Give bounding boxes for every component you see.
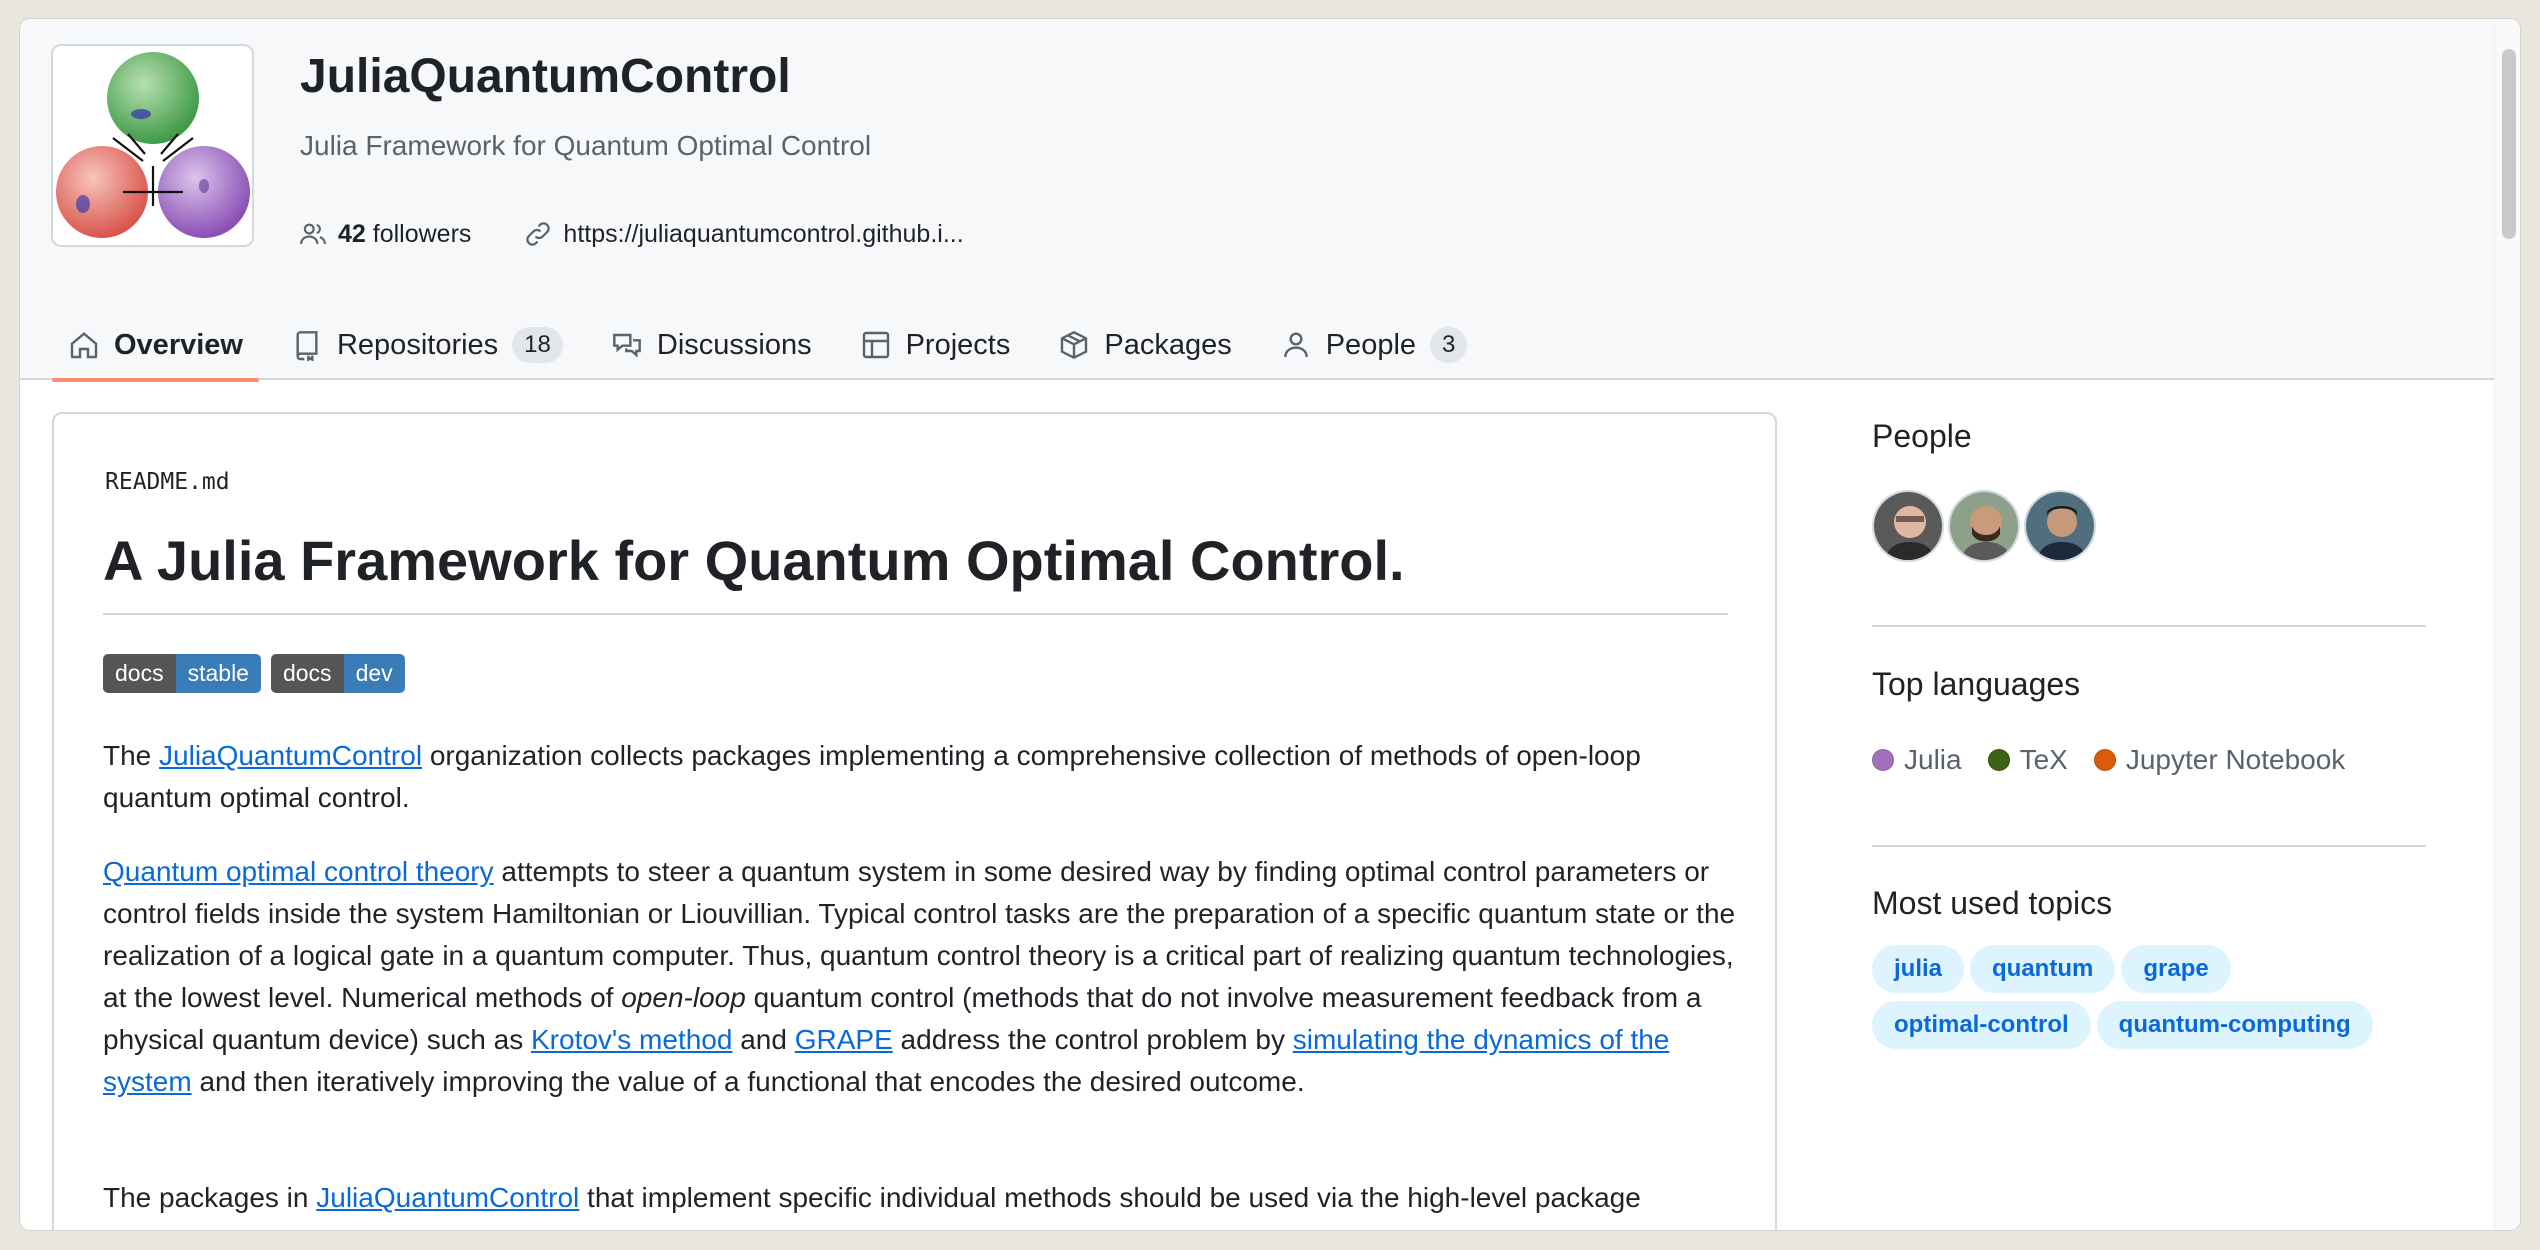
org-meta: 42 followers https://juliaquantumcontrol… xyxy=(298,219,964,249)
people-icon xyxy=(300,223,326,245)
tab-repositories[interactable]: Repositories 18 xyxy=(275,309,579,381)
badge-left-label: docs xyxy=(270,654,344,693)
person-photo xyxy=(2026,492,2094,560)
language-jupyter-notebook[interactable]: Jupyter Notebook xyxy=(2093,744,2346,776)
org-name: JuliaQuantumControl xyxy=(300,50,791,103)
org-link[interactable]: JuliaQuantumControl xyxy=(316,1182,579,1213)
org-logo[interactable] xyxy=(51,44,254,247)
tab-overview[interactable]: Overview xyxy=(52,309,259,382)
language-name: Jupyter Notebook xyxy=(2125,744,2346,775)
tab-people[interactable]: People 3 xyxy=(1264,309,1484,381)
people-heading[interactable]: People xyxy=(1872,418,1972,455)
person-icon xyxy=(1283,332,1308,358)
bloch-spheres-logo xyxy=(56,52,250,238)
readme-heading: A Julia Framework for Quantum Optimal Co… xyxy=(103,528,1728,615)
tab-discussions[interactable]: Discussions xyxy=(595,309,828,381)
org-url: https://juliaquantumcontrol.github.i... xyxy=(563,219,964,248)
followers-count: 42 xyxy=(338,219,366,248)
person-photo xyxy=(1950,492,2018,560)
language-tex[interactable]: TeX xyxy=(1987,744,2068,776)
readme-filename[interactable]: README.md xyxy=(105,469,230,495)
tab-projects[interactable]: Projects xyxy=(844,309,1027,381)
text: The packages in xyxy=(103,1182,317,1213)
readme-panel: README.md A Julia Framework for Quantum … xyxy=(52,412,1777,1230)
topic-optimal-control[interactable]: optimal-control xyxy=(1872,1001,2091,1049)
qoc-theory-link[interactable]: Quantum optimal control theory xyxy=(103,856,494,887)
badge-right-label: dev xyxy=(343,654,405,693)
topic-quantum[interactable]: quantum xyxy=(1970,945,2116,993)
discussions-icon xyxy=(613,333,641,358)
text: address the control problem by xyxy=(892,1024,1293,1055)
tab-label: Overview xyxy=(114,328,243,361)
badge-right-label: stable xyxy=(175,654,261,693)
readme-paragraph-1: The JuliaQuantumControl organization col… xyxy=(103,735,1743,819)
topics-heading: Most used topics xyxy=(1872,885,2113,921)
grape-link[interactable]: GRAPE xyxy=(795,1024,893,1055)
package-icon xyxy=(1061,330,1088,360)
followers-link[interactable]: 42 followers xyxy=(298,219,471,249)
tab-label: Projects xyxy=(905,328,1011,361)
readme-paragraph-2: Quantum optimal control theory attempts … xyxy=(103,851,1743,1103)
badge-left-label: docs xyxy=(103,654,176,693)
top-languages: Julia TeX Jupyter Notebook xyxy=(1872,744,2345,776)
languages-heading: Top languages xyxy=(1872,666,2081,702)
table-icon xyxy=(862,331,889,359)
language-name: TeX xyxy=(2019,744,2068,775)
avatar[interactable] xyxy=(1872,490,1944,562)
text: that implement specific individual metho… xyxy=(579,1182,1641,1213)
people-avatars xyxy=(1872,490,2096,562)
sidebar-divider xyxy=(1872,845,2426,847)
avatar[interactable] xyxy=(2024,490,2096,562)
org-link[interactable]: JuliaQuantumControl xyxy=(159,740,422,771)
tab-packages[interactable]: Packages xyxy=(1042,309,1247,381)
browser-window: JuliaQuantumControl Julia Framework for … xyxy=(20,19,2520,1230)
sidebar-divider xyxy=(1872,625,2426,627)
docs-stable-badge[interactable]: docs stable xyxy=(103,654,261,693)
person-photo xyxy=(1874,492,1942,560)
emphasis-text: open-loop xyxy=(621,982,746,1013)
language-color-dot xyxy=(1872,749,1894,771)
followers-label: followers xyxy=(372,219,472,248)
org-description: Julia Framework for Quantum Optimal Cont… xyxy=(300,130,872,161)
scrollbar-thumb[interactable] xyxy=(2502,49,2516,239)
org-header: JuliaQuantumControl Julia Framework for … xyxy=(20,19,2520,382)
krotov-link[interactable]: Krotov's method xyxy=(531,1024,732,1055)
badge-row: docs stable docs dev xyxy=(103,654,405,693)
home-icon xyxy=(70,332,98,359)
readme-paragraph-3: The packages in JuliaQuantumControl that… xyxy=(103,1177,1743,1219)
topic-grape[interactable]: grape xyxy=(2121,945,2231,993)
org-website-link[interactable]: https://juliaquantumcontrol.github.i... xyxy=(523,219,964,249)
topic-quantum-computing[interactable]: quantum-computing xyxy=(2096,1001,2373,1049)
text: and then iteratively improving the value… xyxy=(191,1066,1305,1097)
topic-julia[interactable]: julia xyxy=(1872,945,1965,993)
repo-icon xyxy=(296,331,318,361)
text: The xyxy=(103,740,160,771)
tab-label: Discussions xyxy=(656,328,812,361)
language-color-dot xyxy=(2093,749,2116,771)
language-name: Julia xyxy=(1904,744,1962,775)
avatar[interactable] xyxy=(1948,490,2020,562)
language-color-dot xyxy=(1987,749,2010,771)
org-nav-tabs: Overview Repositories 18 Discussions Pro… xyxy=(52,309,1484,382)
text: and xyxy=(732,1024,795,1055)
topic-list: julia quantum grape optimal-control quan… xyxy=(1872,945,2432,1049)
tab-label: People xyxy=(1325,328,1417,361)
link-icon xyxy=(526,222,551,246)
tab-label: Packages xyxy=(1104,328,1232,361)
repositories-count: 18 xyxy=(512,327,563,363)
people-count: 3 xyxy=(1430,327,1468,363)
tab-label: Repositories xyxy=(336,328,499,361)
language-julia[interactable]: Julia xyxy=(1872,744,1962,776)
docs-dev-badge[interactable]: docs dev xyxy=(270,654,405,693)
